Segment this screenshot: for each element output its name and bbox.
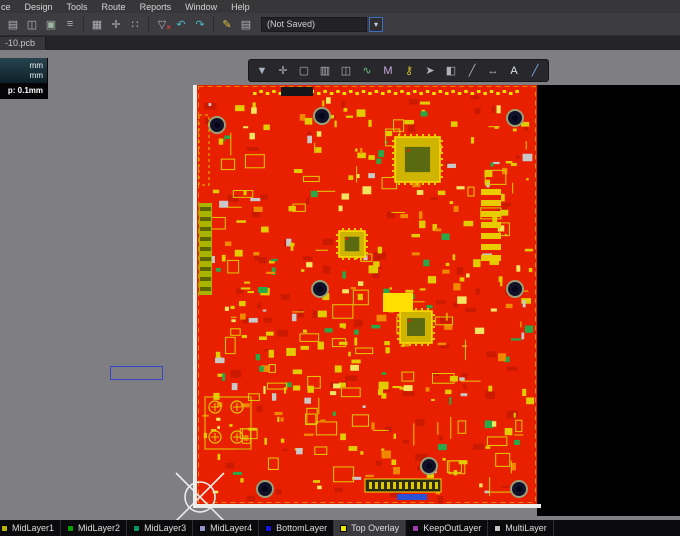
redo-icon[interactable]: ↷ <box>191 15 209 33</box>
saved-selections-combo[interactable]: (Not Saved) <box>261 16 367 32</box>
layer-tab-keepoutlayer[interactable]: KeepOutLayer <box>406 520 489 536</box>
layer-tab-label: MultiLayer <box>505 523 547 533</box>
dimension-icon[interactable]: ↔ <box>483 61 503 80</box>
menu-item-reports[interactable]: Reports <box>133 0 179 13</box>
layers-icon[interactable]: ▤ <box>4 15 22 33</box>
menu-item-ce[interactable]: ce <box>0 0 18 13</box>
draw-line-icon[interactable]: ╱ <box>525 61 545 80</box>
toolbar-separator <box>213 17 214 31</box>
measure-icon[interactable]: M <box>378 61 398 80</box>
layer-tabs: MidLayer1 MidLayer2 MidLayer3 MidLayer4 Bott… <box>0 520 554 536</box>
key-icon[interactable]: ⚷ <box>399 61 419 80</box>
clear-filter-icon-overlay: × <box>166 23 171 32</box>
line-icon[interactable]: ╱ <box>462 61 482 80</box>
layer-tab-midlayer3[interactable]: MidLayer3 <box>127 520 194 536</box>
toolbar-separator <box>148 17 149 31</box>
workspace-black-region <box>537 85 680 516</box>
layer-color-swatch <box>1 524 8 532</box>
clipboard-icon[interactable]: ◫ <box>336 61 356 80</box>
layer-tab-label: Top Overlay <box>351 523 400 533</box>
layer-tab-label: KeepOutLayer <box>423 523 482 533</box>
menu-item-route[interactable]: Route <box>95 0 133 13</box>
layer-color-swatch <box>494 524 502 532</box>
copy-icon[interactable]: ▣ <box>42 15 60 33</box>
undo-icon[interactable]: ↶ <box>172 15 190 33</box>
hud-y-units: mm <box>29 71 43 80</box>
layer-color-swatch <box>265 524 273 532</box>
toolbar-separator <box>83 17 84 31</box>
layer-color-swatch <box>199 524 207 532</box>
heads-up-display: mm mm p: 0.1mm <box>0 58 48 99</box>
paste-icon[interactable]: ◫ <box>23 15 41 33</box>
layer-color-swatch <box>412 524 420 532</box>
select-area-icon[interactable]: ▢ <box>294 61 314 80</box>
filter-icon[interactable]: ▼ <box>252 61 272 80</box>
layer-tab-bottomlayer[interactable]: BottomLayer <box>259 520 335 536</box>
dots-icon[interactable]: ∷ <box>126 15 144 33</box>
board-edge-bottom <box>193 504 541 508</box>
layer-color-swatch <box>133 524 141 532</box>
layer-tab-midlayer2[interactable]: MidLayer2 <box>61 520 128 536</box>
layer-tab-multilayer[interactable]: MultiLayer <box>488 520 554 536</box>
combo-dropdown-button[interactable]: ▾ <box>369 16 383 32</box>
board-regions-icon[interactable]: ▥ <box>315 61 335 80</box>
document-tab-bar: -10.pcb <box>0 36 680 50</box>
align-icon[interactable]: ✛ <box>107 15 125 33</box>
union-icon[interactable]: ◧ <box>441 61 461 80</box>
grid-icon[interactable]: ▦ <box>88 15 106 33</box>
toolbar-icons: ▤ ◫ ▣ ≡ ▦ ✛ ∷ ▽ × ↶ ↷ ✎ ▤ <box>4 15 255 33</box>
hud-snap-grid: p: 0.1mm <box>0 83 47 98</box>
layer-color-swatch <box>340 524 348 532</box>
snippet-icon[interactable]: ≡ <box>61 15 79 33</box>
hud-x-units: mm <box>29 61 43 70</box>
layer-color-swatch <box>67 524 75 532</box>
route-icon[interactable]: ∿ <box>357 61 377 80</box>
main-toolbar: ▤ ◫ ▣ ≡ ▦ ✛ ∷ ▽ × ↶ ↷ ✎ ▤ (Not Saved) ▾ <box>0 13 680 36</box>
floating-toolbar: ▼ ✛ ▢ ▥ ◫ ∿ M ⚷ ➤ ◧ ╱ ↔ A ╱ <box>248 59 549 82</box>
board-icon[interactable]: ▤ <box>237 15 255 33</box>
menu-item-window[interactable]: Window <box>178 0 224 13</box>
menu-bar: ce Design Tools Route Reports Window Help <box>0 0 680 13</box>
layer-tab-label: BottomLayer <box>276 523 328 533</box>
interactive-routing-icon[interactable]: ✎ <box>218 15 236 33</box>
status-bar: MidLayer1 MidLayer2 MidLayer3 MidLayer4 Bott… <box>0 520 680 536</box>
pcb-board[interactable] <box>197 85 537 504</box>
menu-item-help[interactable]: Help <box>224 0 257 13</box>
text-icon[interactable]: A <box>504 61 524 80</box>
tab-pcb-document[interactable]: -10.pcb <box>0 37 47 50</box>
layer-tab-midlayer1[interactable]: MidLayer1 <box>0 520 62 536</box>
layer-tab-label: MidLayer2 <box>78 523 121 533</box>
layer-tab-label: MidLayer1 <box>12 523 55 533</box>
layer-tab-label: MidLayer3 <box>144 523 187 533</box>
menu-item-design[interactable]: Design <box>18 0 60 13</box>
hud-coordinates: mm mm <box>0 58 47 83</box>
cursor-icon[interactable]: ➤ <box>420 61 440 80</box>
menu-item-tools[interactable]: Tools <box>60 0 95 13</box>
layer-tab-label: MidLayer4 <box>210 523 253 533</box>
layer-tab-top-overlay[interactable]: Top Overlay <box>334 520 407 536</box>
layer-tab-midlayer4[interactable]: MidLayer4 <box>193 520 260 536</box>
clear-filter-icon[interactable]: ▽ × <box>153 15 171 33</box>
pcb-canvas[interactable]: mm mm p: 0.1mm ▼ ✛ ▢ ▥ ◫ ∿ M ⚷ ➤ ◧ ╱ ↔ A ╱ <box>0 50 680 520</box>
selection-rectangle <box>110 366 163 380</box>
move-icon[interactable]: ✛ <box>273 61 293 80</box>
crosshair-cursor <box>175 472 225 520</box>
